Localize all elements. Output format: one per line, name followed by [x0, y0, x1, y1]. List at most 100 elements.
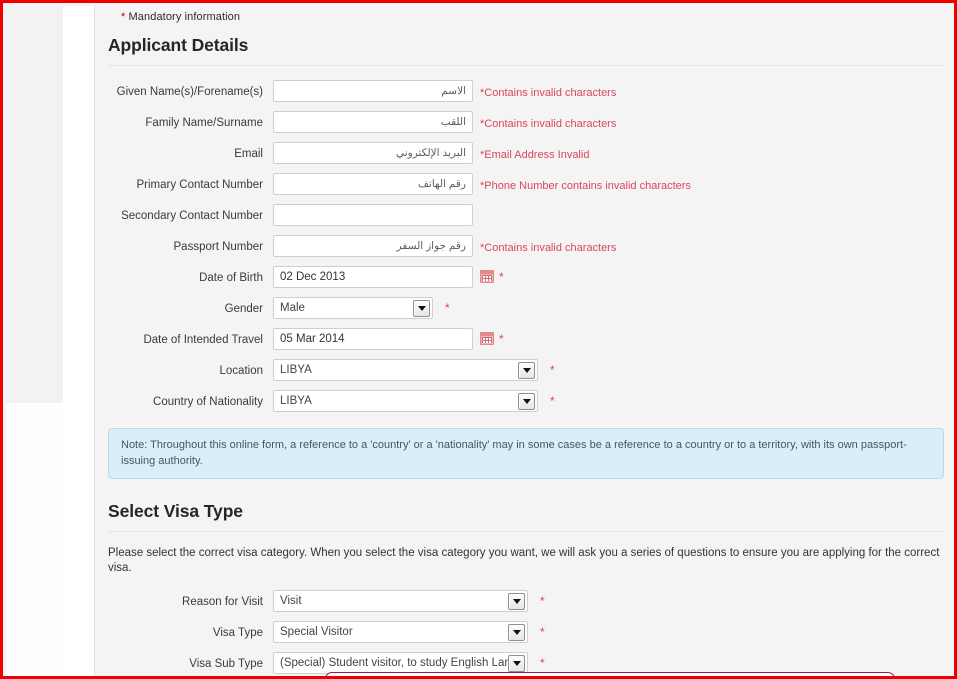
form-row-country-of-nationality: Country of Nationality LIBYA *: [108, 390, 944, 412]
required-mark-visa-sub-type: *: [540, 656, 545, 670]
after-location: *: [538, 359, 555, 376]
visa-sub-type-select-value: (Special) Student visitor, to study Engl…: [280, 657, 508, 669]
form-row-passport-number: Passport Number *Contains invalid charac…: [108, 235, 944, 257]
gender-select-value: Male: [280, 302, 305, 314]
after-country-of-nationality: *: [538, 390, 555, 407]
chevron-down-icon[interactable]: [508, 654, 525, 672]
reason-for-visit-select[interactable]: Visit: [273, 590, 528, 612]
country-of-nationality-select[interactable]: LIBYA: [273, 390, 538, 412]
required-mark-gender: *: [445, 301, 450, 315]
country-of-nationality-select-value: LIBYA: [280, 395, 312, 407]
form-row-gender: Gender Male *: [108, 297, 944, 319]
required-mark-visa-type: *: [540, 625, 545, 639]
visa-sub-type-select[interactable]: (Special) Student visitor, to study Engl…: [273, 652, 528, 674]
label-reason-for-visit: Reason for Visit: [182, 596, 263, 608]
chevron-down-icon[interactable]: [413, 299, 430, 317]
location-select-value: LIBYA: [280, 364, 312, 376]
label-visa-type: Visa Type: [212, 627, 263, 639]
given-name-input[interactable]: [273, 80, 473, 102]
after-date-of-birth: *: [473, 266, 504, 283]
applicant-details-form: Given Name(s)/Forename(s) *Contains inva…: [108, 80, 944, 412]
form-row-email: Email *Email Address Invalid: [108, 142, 944, 164]
form-row-date-of-birth: Date of Birth *: [108, 266, 944, 288]
mandatory-information-note: * Mandatory information: [108, 6, 944, 23]
field-email: [273, 142, 473, 164]
calendar-icon[interactable]: [480, 270, 494, 283]
select-visa-type-heading: Select Visa Type: [108, 501, 243, 521]
label-family-name: Family Name/Surname: [145, 117, 263, 129]
label-location: Location: [219, 365, 263, 377]
label-country-of-nationality: Country of Nationality: [153, 396, 263, 408]
label-given-name: Given Name(s)/Forename(s): [116, 86, 263, 98]
field-location: LIBYA: [273, 359, 538, 381]
field-gender: Male: [273, 297, 433, 319]
after-date-of-intended-travel: *: [473, 328, 504, 345]
passport-number-input[interactable]: [273, 235, 473, 257]
field-primary-contact: [273, 173, 473, 195]
bottom-dropdown-panel[interactable]: [325, 672, 895, 676]
select-visa-type-divider: [108, 531, 944, 532]
form-row-reason-for-visit: Reason for Visit Visit *: [108, 590, 944, 612]
after-primary-contact: *Phone Number contains invalid character…: [473, 173, 691, 192]
error-family-name: *Contains invalid characters: [480, 118, 617, 130]
after-visa-type: *: [528, 621, 545, 638]
label-secondary-contact: Secondary Contact Number: [121, 210, 263, 222]
form-row-family-name: Family Name/Surname *Contains invalid ch…: [108, 111, 944, 133]
label-visa-sub-type: Visa Sub Type: [189, 658, 263, 670]
gender-select[interactable]: Male: [273, 297, 433, 319]
form-row-location: Location LIBYA *: [108, 359, 944, 381]
visa-type-form: Reason for Visit Visit * Visa Type Speci…: [108, 590, 944, 674]
secondary-contact-input[interactable]: [273, 204, 473, 226]
mandatory-label: Mandatory information: [128, 11, 241, 23]
page-gutter-column: [63, 6, 95, 676]
chevron-down-icon[interactable]: [508, 623, 525, 641]
visa-type-select[interactable]: Special Visitor: [273, 621, 528, 643]
field-family-name: [273, 111, 473, 133]
family-name-input[interactable]: [273, 111, 473, 133]
primary-contact-input[interactable]: [273, 173, 473, 195]
error-email: *Email Address Invalid: [480, 149, 590, 161]
required-mark-reason-for-visit: *: [540, 594, 545, 608]
label-date-of-intended-travel: Date of Intended Travel: [143, 334, 263, 346]
required-mark-country-of-nationality: *: [550, 394, 555, 408]
visa-type-intro-text: Please select the correct visa category.…: [108, 547, 940, 574]
form-row-visa-sub-type: Visa Sub Type (Special) Student visitor,…: [108, 652, 944, 674]
page-left-margin-lower: [6, 403, 63, 676]
after-secondary-contact: [473, 204, 480, 207]
field-country-of-nationality: LIBYA: [273, 390, 538, 412]
form-row-primary-contact: Primary Contact Number *Phone Number con…: [108, 173, 944, 195]
form-row-secondary-contact: Secondary Contact Number: [108, 204, 944, 226]
label-gender: Gender: [224, 303, 263, 315]
location-select[interactable]: LIBYA: [273, 359, 538, 381]
error-primary-contact: *Phone Number contains invalid character…: [480, 180, 691, 192]
chevron-down-icon[interactable]: [508, 592, 525, 610]
date-of-intended-travel-input[interactable]: [273, 328, 473, 350]
label-date-of-birth: Date of Birth: [199, 272, 263, 284]
required-mark-date-of-intended-travel: *: [499, 332, 504, 346]
field-passport-number: [273, 235, 473, 257]
label-primary-contact: Primary Contact Number: [136, 179, 263, 191]
field-visa-sub-type: (Special) Student visitor, to study Engl…: [273, 652, 528, 674]
form-row-visa-type: Visa Type Special Visitor *: [108, 621, 944, 643]
field-date-of-intended-travel: [273, 328, 473, 350]
after-passport-number: *Contains invalid characters: [473, 235, 616, 254]
applicant-details-heading: Applicant Details: [108, 35, 249, 55]
required-mark-location: *: [550, 363, 555, 377]
applicant-details-divider: [108, 65, 944, 66]
email-input[interactable]: [273, 142, 473, 164]
after-given-name: *Contains invalid characters: [473, 80, 616, 99]
form-row-given-name: Given Name(s)/Forename(s) *Contains inva…: [108, 80, 944, 102]
after-gender: *: [433, 297, 450, 314]
date-of-birth-input[interactable]: [273, 266, 473, 288]
calendar-icon[interactable]: [480, 332, 494, 345]
required-mark-date-of-birth: *: [499, 270, 504, 284]
after-visa-sub-type: *: [528, 652, 545, 669]
after-reason-for-visit: *: [528, 590, 545, 607]
label-email: Email: [234, 148, 263, 160]
chevron-down-icon[interactable]: [518, 361, 535, 379]
mandatory-asterisk: *: [121, 11, 126, 23]
field-visa-type: Special Visitor: [273, 621, 528, 643]
visa-type-select-value: Special Visitor: [280, 626, 353, 638]
chevron-down-icon[interactable]: [518, 392, 535, 410]
label-passport-number: Passport Number: [173, 241, 263, 253]
